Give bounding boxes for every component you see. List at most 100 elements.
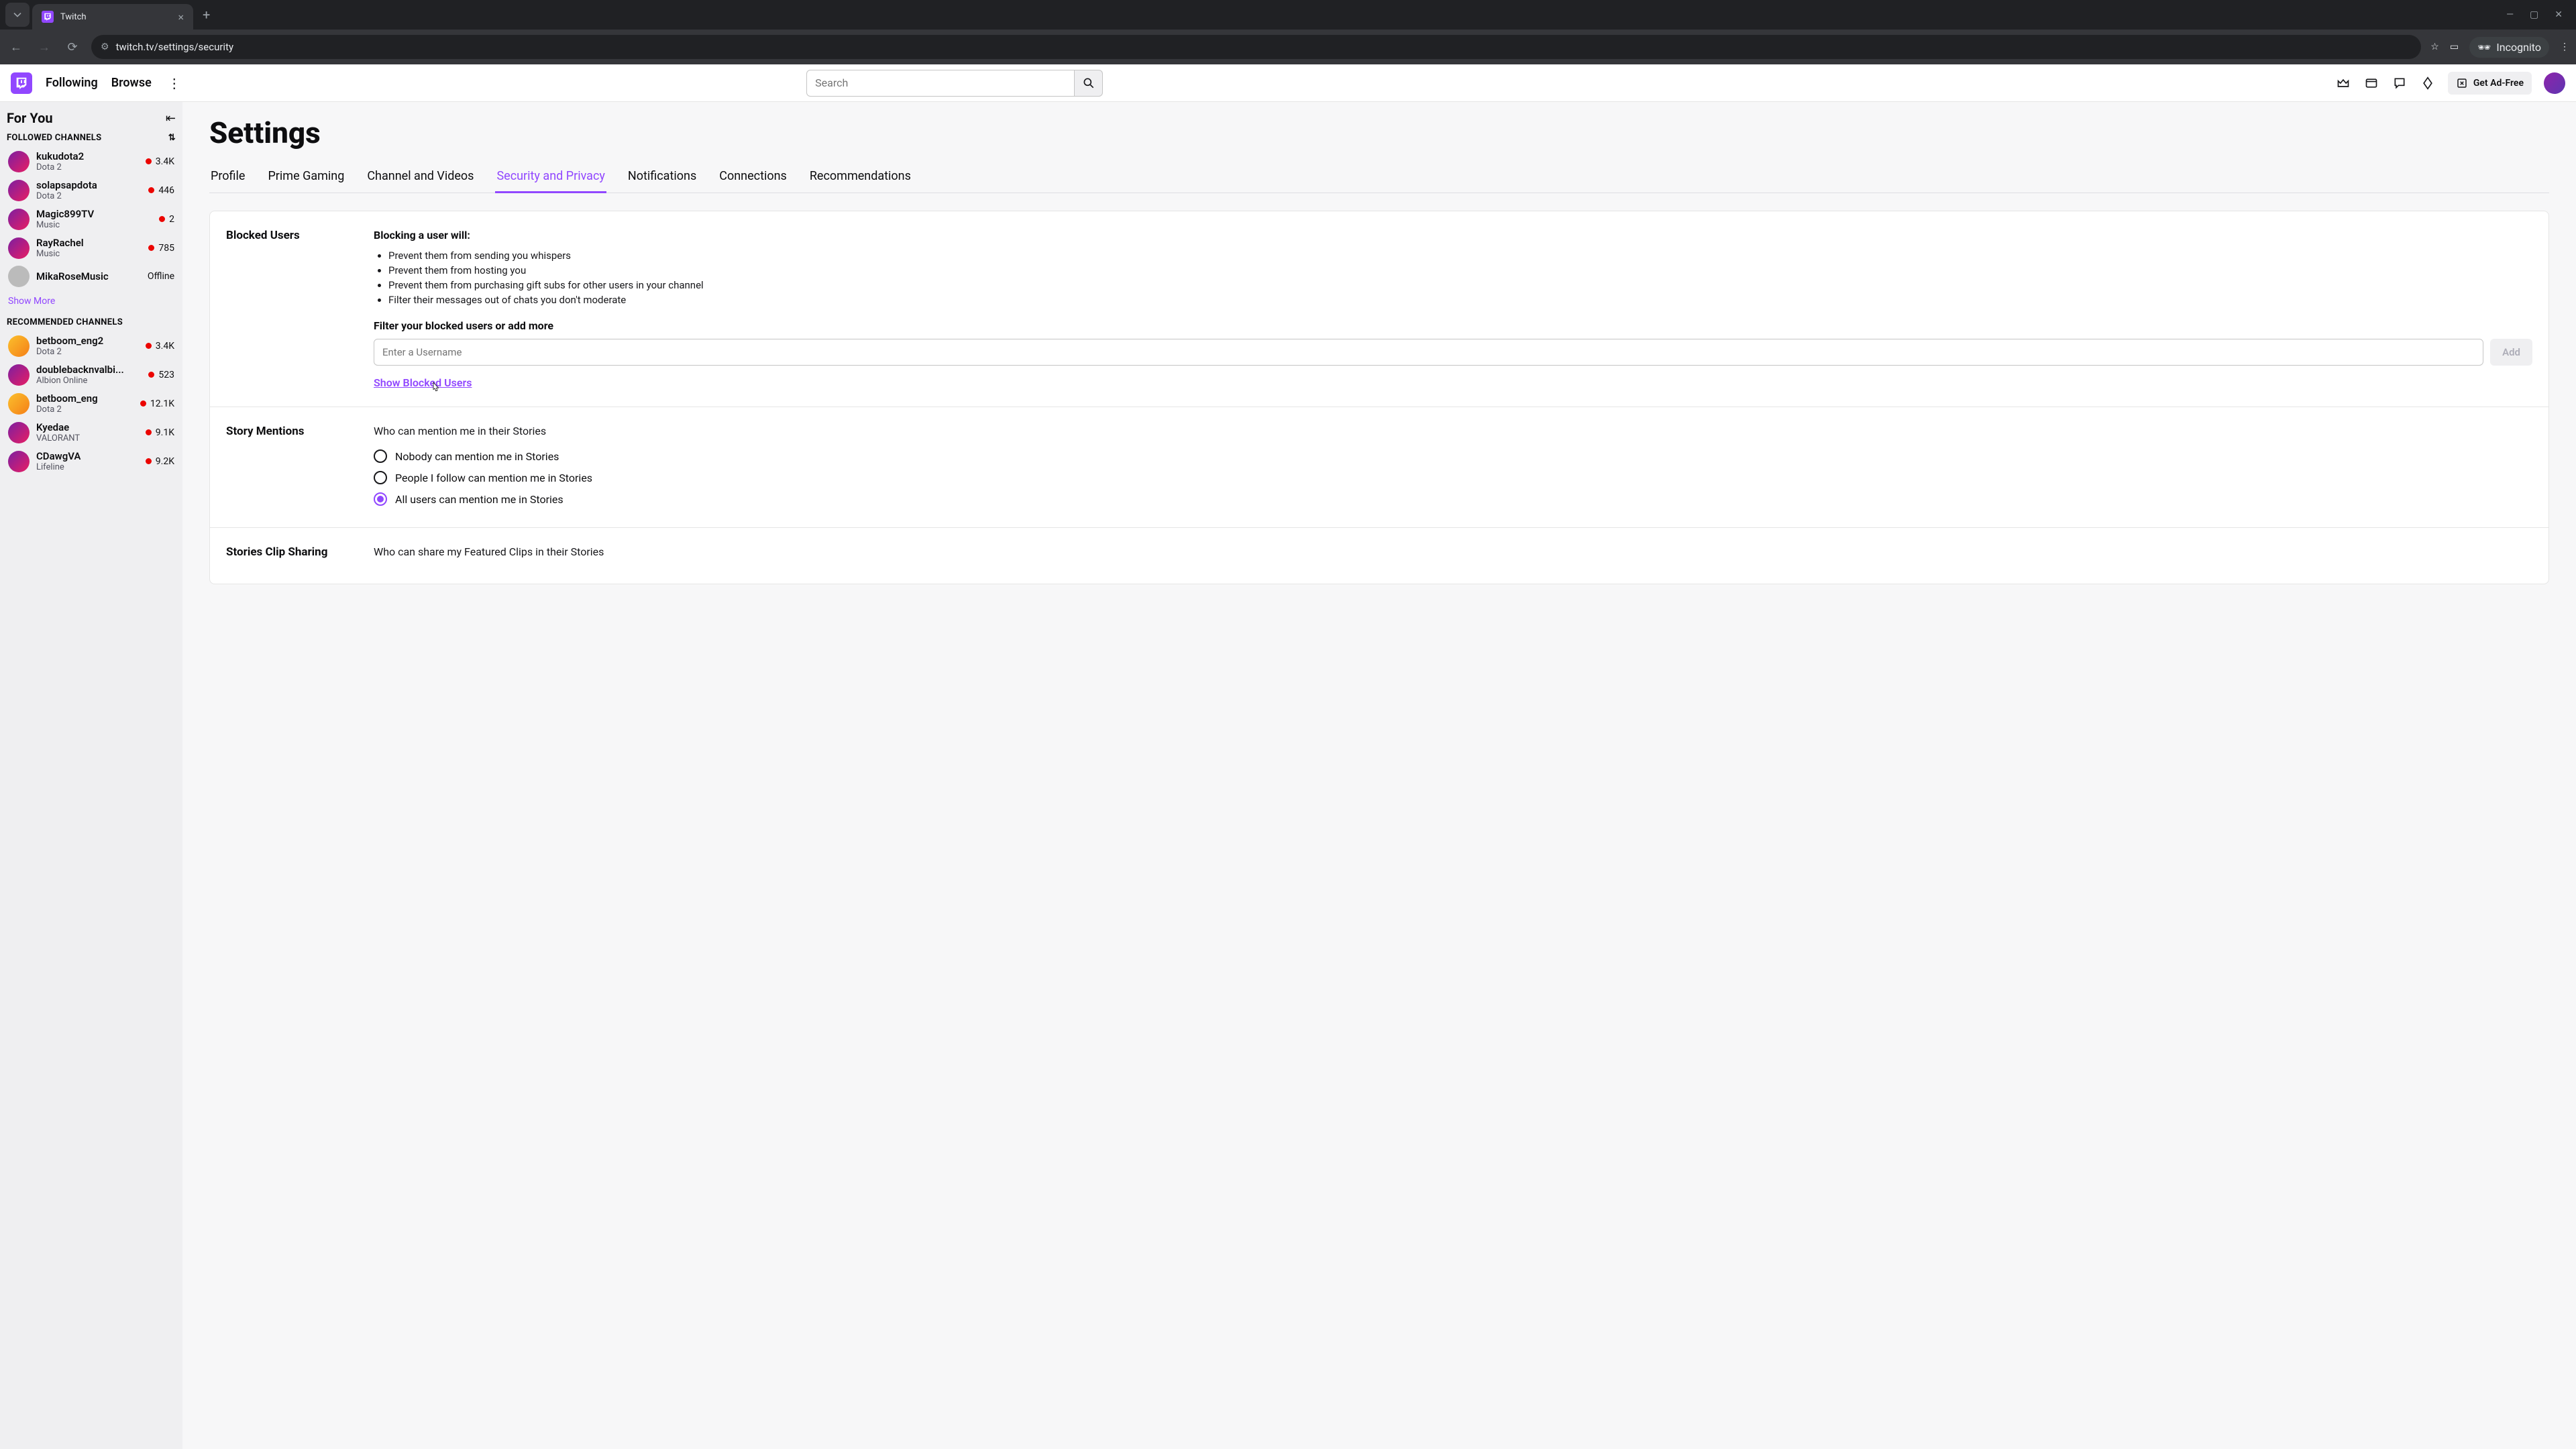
tab-notifications[interactable]: Notifications [627,162,698,193]
story-mention-option[interactable]: People I follow can mention me in Storie… [374,467,2532,488]
main-content: Settings ProfilePrime GamingChannel and … [182,102,2576,1449]
tab-channel-and-videos[interactable]: Channel and Videos [366,162,475,193]
tab-connections[interactable]: Connections [718,162,788,193]
app-root: Following Browse ⋮ Get Ad-Free For You ⇤ [0,64,2576,1449]
close-window-button[interactable]: ✕ [2555,9,2563,20]
inbox-icon[interactable] [2363,75,2379,91]
live-dot-icon [148,245,154,251]
incognito-label: Incognito [2496,41,2541,54]
incognito-badge[interactable]: 🕶 Incognito [2469,37,2549,58]
reload-button[interactable]: ⟳ [63,38,82,56]
url-input[interactable]: ⚙ twitch.tv/settings/security [91,35,2421,59]
channel-game: Music [36,220,152,230]
browser-menu-icon[interactable]: ⋮ [2560,42,2569,52]
sidebar-for-you-heading: For You [7,110,53,126]
show-more-link[interactable]: Show More [7,290,176,312]
tab-profile[interactable]: Profile [209,162,246,193]
viewer-count: 3.4K [156,341,174,352]
blocked-users-label: Blocked Users [226,229,354,389]
blocking-effect-item: Prevent them from hosting you [388,263,2532,278]
live-dot-icon [146,343,152,349]
recommended-channels-heading: RECOMMENDED CHANNELS [7,317,123,327]
channel-status: 3.4K [146,341,174,352]
minimize-button[interactable]: ― [2506,9,2514,20]
tab-list-dropdown[interactable] [5,3,30,27]
viewer-count: 12.1K [150,398,174,409]
show-blocked-users-link[interactable]: Show Blocked Users [374,376,472,389]
channel-game: Dota 2 [36,347,139,357]
browser-tab[interactable]: Twitch × [32,4,193,30]
live-dot-icon [146,158,152,164]
blocking-effect-item: Filter their messages out of chats you d… [388,292,2532,307]
window-controls: ― ▢ ✕ [2506,9,2571,20]
offline-label: Offline [148,271,174,282]
search-wrap [806,70,1103,97]
channel-avatar [8,393,30,415]
sort-followed-icon[interactable]: ⇅ [168,133,176,143]
channel-status: Offline [148,271,174,282]
whispers-icon[interactable] [2392,75,2408,91]
channel-item[interactable]: Kyedae VALORANT 9.1K [7,418,176,447]
panel-icon[interactable]: ▭ [2450,42,2459,52]
tab-prime-gaming[interactable]: Prime Gaming [266,162,345,193]
new-tab-button[interactable]: + [196,7,217,23]
channel-item[interactable]: kukudota2 Dota 2 3.4K [7,147,176,176]
channel-item[interactable]: doublebacknvalbi... Albion Online 523 [7,360,176,389]
channel-item[interactable]: Magic899TV Music 2 [7,205,176,233]
maximize-button[interactable]: ▢ [2530,9,2538,20]
story-mention-option[interactable]: All users can mention me in Stories [374,488,2532,510]
channel-item[interactable]: RayRachel Music 785 [7,233,176,262]
collapse-sidebar-icon[interactable]: ⇤ [166,111,176,125]
search-input[interactable] [806,70,1075,97]
back-button[interactable]: ← [7,38,25,56]
viewer-count: 9.2K [156,456,174,467]
channel-game: Dota 2 [36,405,133,415]
channel-item[interactable]: solapsapdota Dota 2 446 [7,176,176,205]
story-mention-option[interactable]: Nobody can mention me in Stories [374,445,2532,467]
blocked-username-input[interactable] [374,339,2483,366]
search-button[interactable] [1075,70,1103,97]
channel-item[interactable]: MikaRoseMusic Offline [7,262,176,290]
channel-name: betboom_eng [36,392,133,405]
top-nav: Following Browse ⋮ Get Ad-Free [0,64,2576,102]
nav-more-icon[interactable]: ⋮ [165,75,184,91]
sidebar: For You ⇤ FOLLOWED CHANNELS ⇅ kukudota2 … [0,102,182,1449]
live-dot-icon [159,216,165,222]
user-avatar[interactable] [2544,72,2565,94]
channel-item[interactable]: betboom_eng Dota 2 12.1K [7,389,176,418]
site-info-icon[interactable]: ⚙ [101,42,109,52]
close-tab-icon[interactable]: × [178,11,184,23]
bits-icon[interactable] [2420,75,2436,91]
nav-browse[interactable]: Browse [111,76,152,90]
live-dot-icon [140,400,146,407]
settings-tabs: Profile Prime Gaming Channel and Videos Sec… [209,162,2549,193]
twitch-favicon [42,11,54,23]
channel-status: 2 [159,214,174,225]
channel-avatar [8,364,30,386]
bookmark-icon[interactable]: ☆ [2430,42,2439,52]
channel-name: doublebacknvalbi... [36,364,142,376]
channel-game: Music [36,249,142,259]
filter-blocked-label: Filter your blocked users or add more [374,319,2532,332]
prime-loot-icon[interactable] [2335,75,2351,91]
blocking-effects-list: Prevent them from sending you whispersPr… [374,248,2532,307]
viewer-count: 523 [158,370,174,380]
viewer-count: 2 [169,214,174,225]
tab-recommendations[interactable]: Recommendations [808,162,912,193]
blocking-lead: Blocking a user will: [374,229,2532,241]
viewer-count: 446 [158,185,174,196]
twitch-logo[interactable] [11,72,32,94]
browser-chrome: Twitch × + ― ▢ ✕ ← → ⟳ ⚙ twitch.tv/setti… [0,0,2576,64]
nav-following[interactable]: Following [46,76,98,90]
live-dot-icon [146,458,152,464]
channel-avatar [8,180,30,201]
viewer-count: 9.1K [156,427,174,438]
add-blocked-button[interactable]: Add [2490,339,2532,366]
channel-name: RayRachel [36,237,142,249]
viewer-count: 785 [158,243,174,254]
channel-item[interactable]: betboom_eng2 Dota 2 3.4K [7,331,176,360]
radio-label: People I follow can mention me in Storie… [395,472,592,484]
get-ad-free-button[interactable]: Get Ad-Free [2448,72,2532,95]
channel-item[interactable]: CDawgVA Lifeline 9.2K [7,447,176,476]
tab-security-and-privacy[interactable]: Security and Privacy [495,162,606,193]
